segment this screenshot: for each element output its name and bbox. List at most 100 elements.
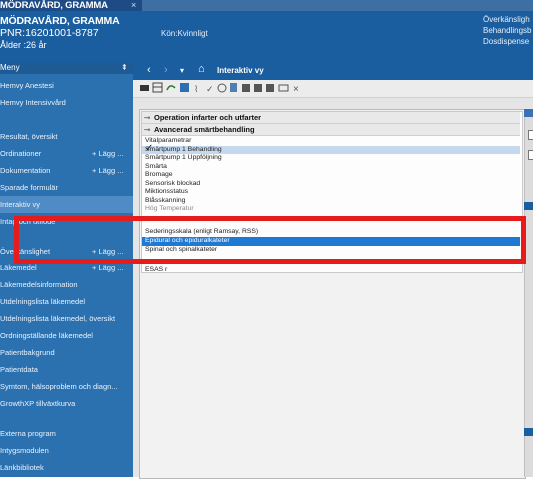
doc-icon bbox=[230, 83, 237, 92]
sidebar-item-label: Ordningställande läkemedel bbox=[0, 331, 93, 340]
list-item[interactable]: Smärta bbox=[142, 163, 520, 172]
sidebar-item-label: Hemvy Anestesi bbox=[0, 81, 54, 90]
chart-icon: ⌇ bbox=[194, 84, 198, 94]
sidebar-item-label: Externa program bbox=[0, 429, 56, 438]
collapse-icon: ⊸ bbox=[144, 125, 151, 134]
patient-name: MÖDRAVÅRD, GRAMMA bbox=[0, 15, 120, 27]
patient-age: Ålder :26 år bbox=[0, 40, 47, 50]
check-mark-icon: ✓ bbox=[145, 143, 154, 154]
camera-icon bbox=[278, 84, 289, 92]
home-icon[interactable]: ⌂ bbox=[198, 63, 205, 75]
sidebar-item-symtom[interactable]: Symtom, hälsoproblem och diagn... bbox=[0, 378, 133, 395]
forward-icon[interactable]: › bbox=[164, 64, 168, 76]
group-header[interactable]: ⊸ Avancerad smärtbehandling bbox=[142, 124, 520, 136]
list-item-label: Hög Temperatur bbox=[145, 205, 194, 212]
group-label: Operation infarter och utfarter bbox=[154, 113, 262, 122]
sidebar-item-label: Sparade formulär bbox=[0, 183, 58, 192]
sidebar-item-label: GrowthXP tillväxtkurva bbox=[0, 399, 76, 408]
sidebar-item-label: Läkemedelsinformation bbox=[0, 280, 78, 289]
sidebar-item-interaktiv-vy[interactable]: Interaktiv vy bbox=[0, 196, 133, 213]
sidebar-item-dokumentation[interactable]: Dokumentation + Lägg ... bbox=[0, 162, 133, 179]
add-ordination-button[interactable]: + Lägg ... bbox=[92, 145, 123, 162]
block-icon-3 bbox=[266, 84, 274, 92]
right-panel-scroll-thumb[interactable] bbox=[524, 428, 533, 436]
grid-icon bbox=[180, 83, 189, 92]
list-item-label: Miktionsstatus bbox=[145, 188, 189, 195]
patient-gender: Kön:Kvinnligt bbox=[161, 29, 208, 38]
list-item[interactable]: Vitalparametrar bbox=[142, 137, 520, 146]
sidebar-item-patientdata[interactable]: Patientdata bbox=[0, 361, 133, 378]
pin-icon[interactable]: ⇞ bbox=[121, 63, 128, 72]
sidebar-item-lankbibliotek[interactable]: Länkbibliotek bbox=[0, 459, 133, 476]
sidebar-item-label: Ordinationer bbox=[0, 149, 42, 158]
sidebar-item-resultat[interactable]: Resultat, översikt bbox=[0, 128, 133, 145]
sidebar-item-growthxp[interactable]: GrowthXP tillväxtkurva bbox=[0, 395, 133, 412]
list-item[interactable]: Blåsskanning bbox=[142, 197, 520, 206]
sidebar-item-label: Resultat, översikt bbox=[0, 132, 58, 141]
sidebar-item-label: Symtom, hälsoproblem och diagn... bbox=[0, 382, 118, 391]
cancel-icon bbox=[217, 83, 227, 93]
right-panel-field[interactable] bbox=[528, 130, 533, 140]
sidebar-item-patientbakgrund[interactable]: Patientbakgrund bbox=[0, 344, 133, 361]
block-icon-2 bbox=[254, 84, 262, 92]
sidebar-item-sparade-formular[interactable]: Sparade formulär bbox=[0, 179, 133, 196]
sidebar-item-hemvy-intensivvard[interactable]: Hemvy Intensivvård bbox=[0, 94, 133, 111]
highlight-annotation-box bbox=[14, 216, 526, 264]
sidebar-item-lakemedelsinformation[interactable]: Läkemedelsinformation bbox=[0, 276, 133, 293]
list-item[interactable]: Smärtpump 1 Uppföljning bbox=[142, 154, 520, 163]
check-icon: ✓ bbox=[206, 84, 214, 94]
patient-tab-title[interactable]: MÖDRAVÅRD, GRAMMA bbox=[0, 0, 108, 11]
close-tab-icon[interactable]: × bbox=[131, 0, 136, 10]
sidebar-item-externa-program[interactable]: Externa program bbox=[0, 425, 133, 442]
list-item[interactable]: Bromage bbox=[142, 171, 520, 180]
group-label: Avancerad smärtbehandling bbox=[154, 125, 255, 134]
sidebar-item-label: Utdelningslista läkemedel, översikt bbox=[0, 314, 116, 323]
list-item-label: ESAS r bbox=[145, 266, 168, 273]
patient-id: PNR:16201001-8787 bbox=[0, 27, 99, 39]
sidebar-item-hemvy-anestesi[interactable]: Hemvy Anestesi bbox=[0, 77, 133, 94]
sidebar-item-label: Patientbakgrund bbox=[0, 348, 55, 357]
list-item-label: Smärtpump 1 Behandling bbox=[145, 145, 222, 153]
sidebar-item-intygsmodulen[interactable]: Intygsmodulen bbox=[0, 442, 133, 459]
sidebar-item-label: Intygsmodulen bbox=[0, 446, 49, 455]
list-item[interactable]: Miktionsstatus bbox=[142, 188, 520, 197]
sidebar-item-label: Interaktiv vy bbox=[0, 200, 41, 209]
sidebar-item-label: Länkbibliotek bbox=[0, 463, 44, 472]
right-panel-divider bbox=[524, 202, 533, 210]
sidebar-item-utdelningslista[interactable]: Utdelningslista läkemedel bbox=[0, 293, 133, 310]
list-item-label: Smärtpump 1 Uppföljning bbox=[145, 154, 222, 161]
back-icon[interactable]: ‹ bbox=[147, 64, 151, 76]
sidebar-item-ordinationer[interactable]: Ordinationer + Lägg ... bbox=[0, 145, 133, 162]
sidebar-item-label: Utdelningslista läkemedel bbox=[0, 297, 86, 306]
toolbar-icons: ⌇ ✓ × bbox=[140, 82, 299, 94]
group-header[interactable]: ⊸ Operation infarter och utfarter bbox=[142, 112, 520, 124]
block-icon-1 bbox=[242, 84, 250, 92]
sidebar-item-label: Dokumentation bbox=[0, 166, 51, 175]
list-item-label: Smärta bbox=[145, 162, 167, 170]
sidebar-title: Meny bbox=[0, 63, 20, 72]
add-documentation-button[interactable]: + Lägg ... bbox=[92, 162, 123, 179]
undo-icon bbox=[166, 85, 176, 91]
list-item[interactable]: ESAS r bbox=[142, 266, 520, 275]
page-title: Interaktiv vy bbox=[217, 66, 264, 75]
sidebar-item-label: Hemvy Intensivvård bbox=[0, 98, 66, 107]
sidebar-item-label: Patientdata bbox=[0, 365, 38, 374]
collapse-icon: ⊸ bbox=[144, 113, 151, 122]
chevron-down-icon[interactable]: ▾ bbox=[180, 66, 184, 75]
dose-dispensing-label[interactable]: Dosdispense bbox=[483, 37, 529, 46]
right-panel-strip bbox=[524, 109, 533, 477]
right-panel-field[interactable] bbox=[528, 150, 533, 160]
sidebar-header bbox=[0, 63, 133, 74]
list-item-label: Bromage bbox=[145, 171, 173, 178]
sidebar-item-utdelningslista-oversikt[interactable]: Utdelningslista läkemedel, översikt bbox=[0, 310, 133, 327]
list-item[interactable]: Smärtpump 1 Behandling bbox=[142, 145, 520, 154]
list-item-label: Sensorisk blockad bbox=[145, 179, 201, 187]
list-item[interactable]: Hög Temperatur bbox=[142, 205, 520, 214]
flowsheet-icon bbox=[140, 85, 149, 91]
allergy-label[interactable]: Överkänsligh bbox=[483, 15, 530, 24]
list-item[interactable]: Sensorisk blockad bbox=[142, 180, 520, 189]
sidebar-item-ordningstallande[interactable]: Ordningställande läkemedel bbox=[0, 327, 133, 344]
navigation-bar bbox=[133, 63, 533, 80]
treatment-label[interactable]: Behandlingsb bbox=[483, 26, 531, 35]
toolbar-icon-group: ⌇ ✓ × bbox=[140, 82, 299, 94]
